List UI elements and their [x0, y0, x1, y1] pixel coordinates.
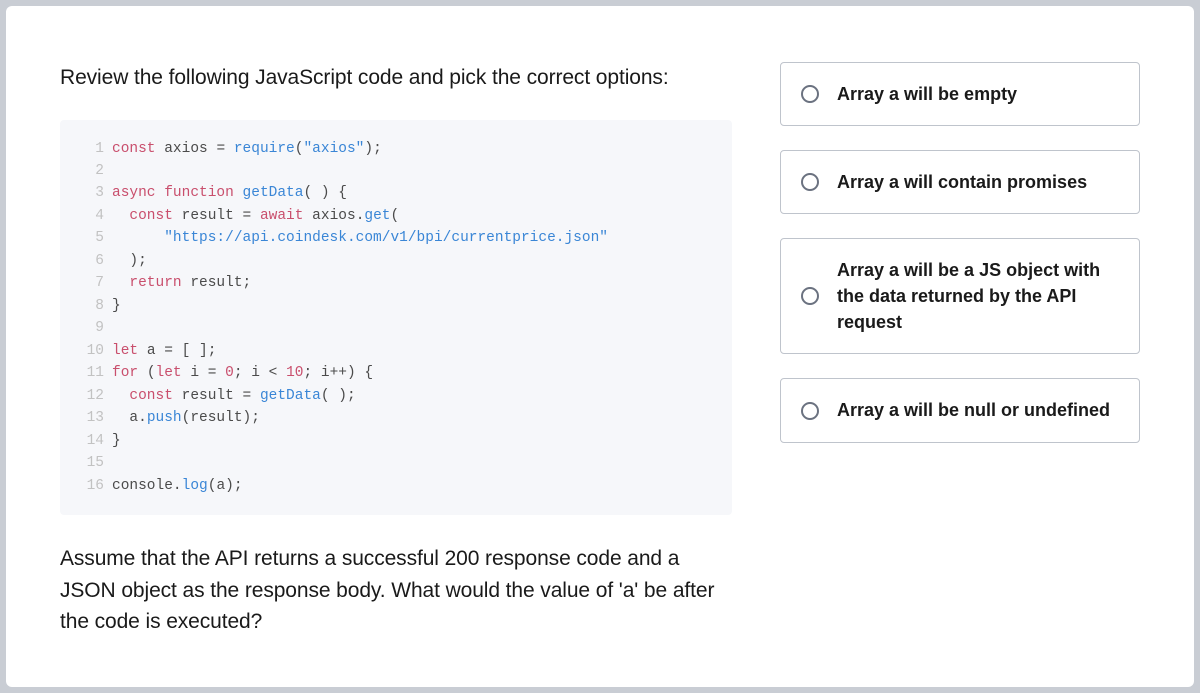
answer-option-label: Array a will contain promises — [837, 169, 1087, 195]
answer-option-label: Array a will be null or undefined — [837, 397, 1110, 423]
options-panel: Array a will be empty Array a will conta… — [780, 62, 1140, 647]
question-left-panel: Review the following JavaScript code and… — [60, 62, 732, 647]
answer-option-0[interactable]: Array a will be empty — [780, 62, 1140, 126]
radio-icon — [801, 402, 819, 420]
question-followup: Assume that the API returns a successful… — [60, 543, 732, 638]
answer-option-label: Array a will be empty — [837, 81, 1017, 107]
code-block: 1const axios = require("axios"); 2 3asyn… — [60, 120, 732, 516]
question-intro: Review the following JavaScript code and… — [60, 62, 732, 94]
answer-option-1[interactable]: Array a will contain promises — [780, 150, 1140, 214]
radio-icon — [801, 85, 819, 103]
radio-icon — [801, 173, 819, 191]
answer-option-2[interactable]: Array a will be a JS object with the dat… — [780, 238, 1140, 354]
question-card: Review the following JavaScript code and… — [6, 6, 1194, 687]
radio-icon — [801, 287, 819, 305]
answer-option-3[interactable]: Array a will be null or undefined — [780, 378, 1140, 442]
answer-option-label: Array a will be a JS object with the dat… — [837, 257, 1117, 335]
